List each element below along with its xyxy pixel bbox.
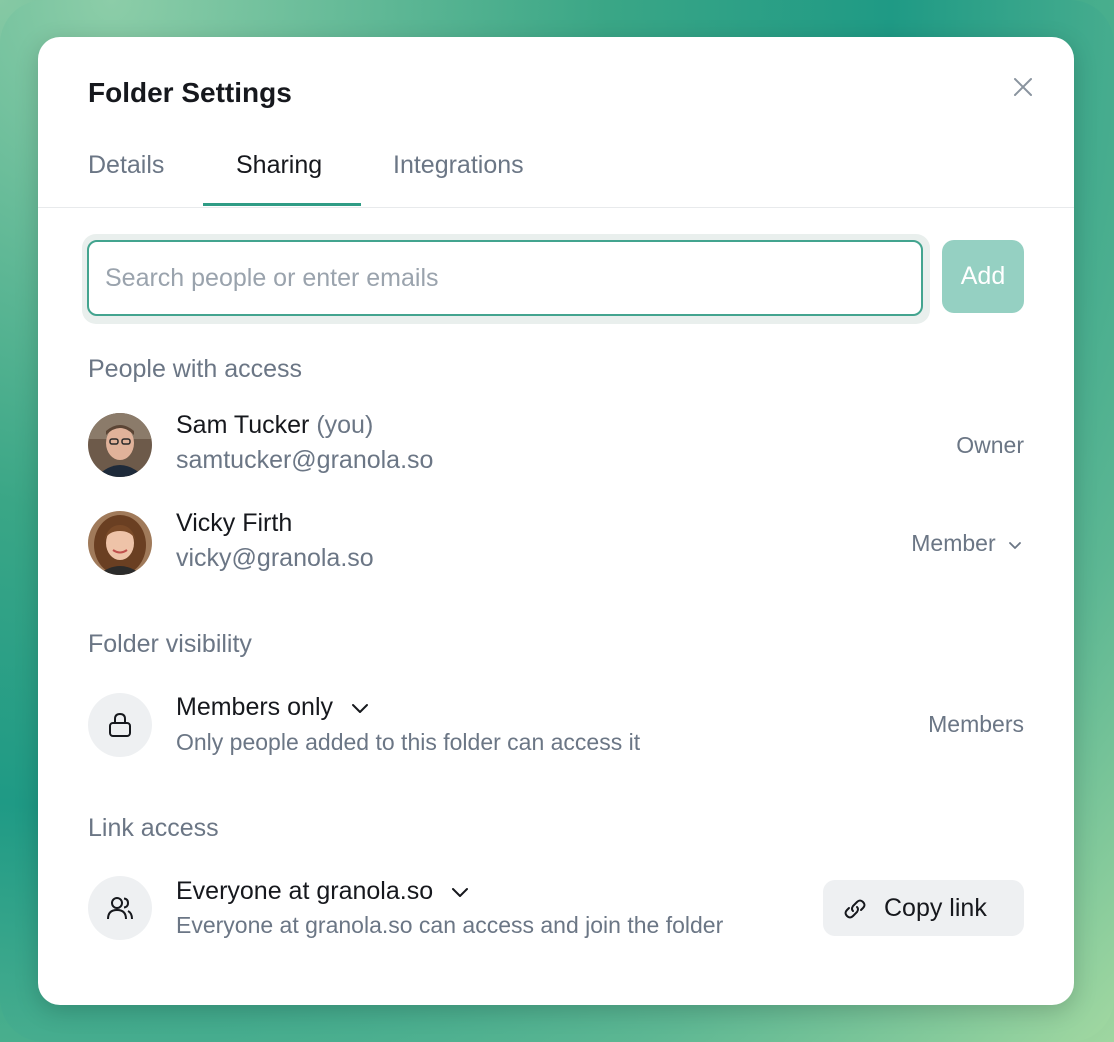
chevron-down-icon xyxy=(351,704,368,714)
background-frame: Folder Settings Details Sharing Integrat… xyxy=(0,0,1114,1042)
person-email: vicky@granola.so xyxy=(176,544,374,572)
people-section-heading: People with access xyxy=(88,355,303,383)
lock-icon-badge xyxy=(88,693,152,757)
add-button[interactable]: Add xyxy=(942,240,1024,313)
tab-details[interactable]: Details xyxy=(88,151,164,180)
person-name: Sam Tucker (you) xyxy=(176,411,373,440)
tab-sharing[interactable]: Sharing xyxy=(236,151,322,180)
link-icon xyxy=(844,899,866,919)
users-icon-badge xyxy=(88,876,152,940)
chevron-down-icon xyxy=(1009,542,1021,549)
dialog-title: Folder Settings xyxy=(88,77,292,108)
link-access-option-label: Everyone at granola.so xyxy=(176,877,434,905)
visibility-option-label: Members only xyxy=(176,693,333,721)
person-name-text: Sam Tucker xyxy=(176,411,310,439)
person-email: samtucker@granola.so xyxy=(176,446,434,474)
search-input[interactable] xyxy=(87,240,923,316)
link-access-dropdown[interactable]: Everyone at granola.so xyxy=(176,877,470,906)
visibility-description: Only people added to this folder can acc… xyxy=(176,729,641,755)
close-button[interactable] xyxy=(1010,74,1036,100)
users-icon xyxy=(107,897,133,920)
copy-link-label: Copy link xyxy=(884,894,987,922)
lock-icon xyxy=(109,712,131,737)
active-tab-indicator xyxy=(203,203,361,206)
link-access-description: Everyone at granola.so can access and jo… xyxy=(176,912,724,938)
role-owner-label: Owner xyxy=(956,432,1024,458)
chevron-down-icon xyxy=(452,888,469,898)
you-tag: (you) xyxy=(316,411,374,439)
tab-integrations[interactable]: Integrations xyxy=(393,151,524,180)
role-member-dropdown[interactable]: Member xyxy=(911,530,1022,557)
folder-settings-dialog: Folder Settings Details Sharing Integrat… xyxy=(38,37,1074,1005)
link-section-heading: Link access xyxy=(88,814,219,842)
tab-bar: Details Sharing Integrations xyxy=(38,149,1074,208)
visibility-section-heading: Folder visibility xyxy=(88,630,252,658)
role-member-label: Member xyxy=(911,530,996,556)
visibility-dropdown[interactable]: Members only xyxy=(176,693,370,722)
avatar-sam-tucker xyxy=(88,413,152,477)
close-icon xyxy=(1014,78,1032,96)
visibility-status: Members xyxy=(928,711,1024,737)
avatar-vicky-firth xyxy=(88,511,152,575)
copy-link-button[interactable]: Copy link xyxy=(823,880,1024,936)
person-name: Vicky Firth xyxy=(176,509,293,537)
